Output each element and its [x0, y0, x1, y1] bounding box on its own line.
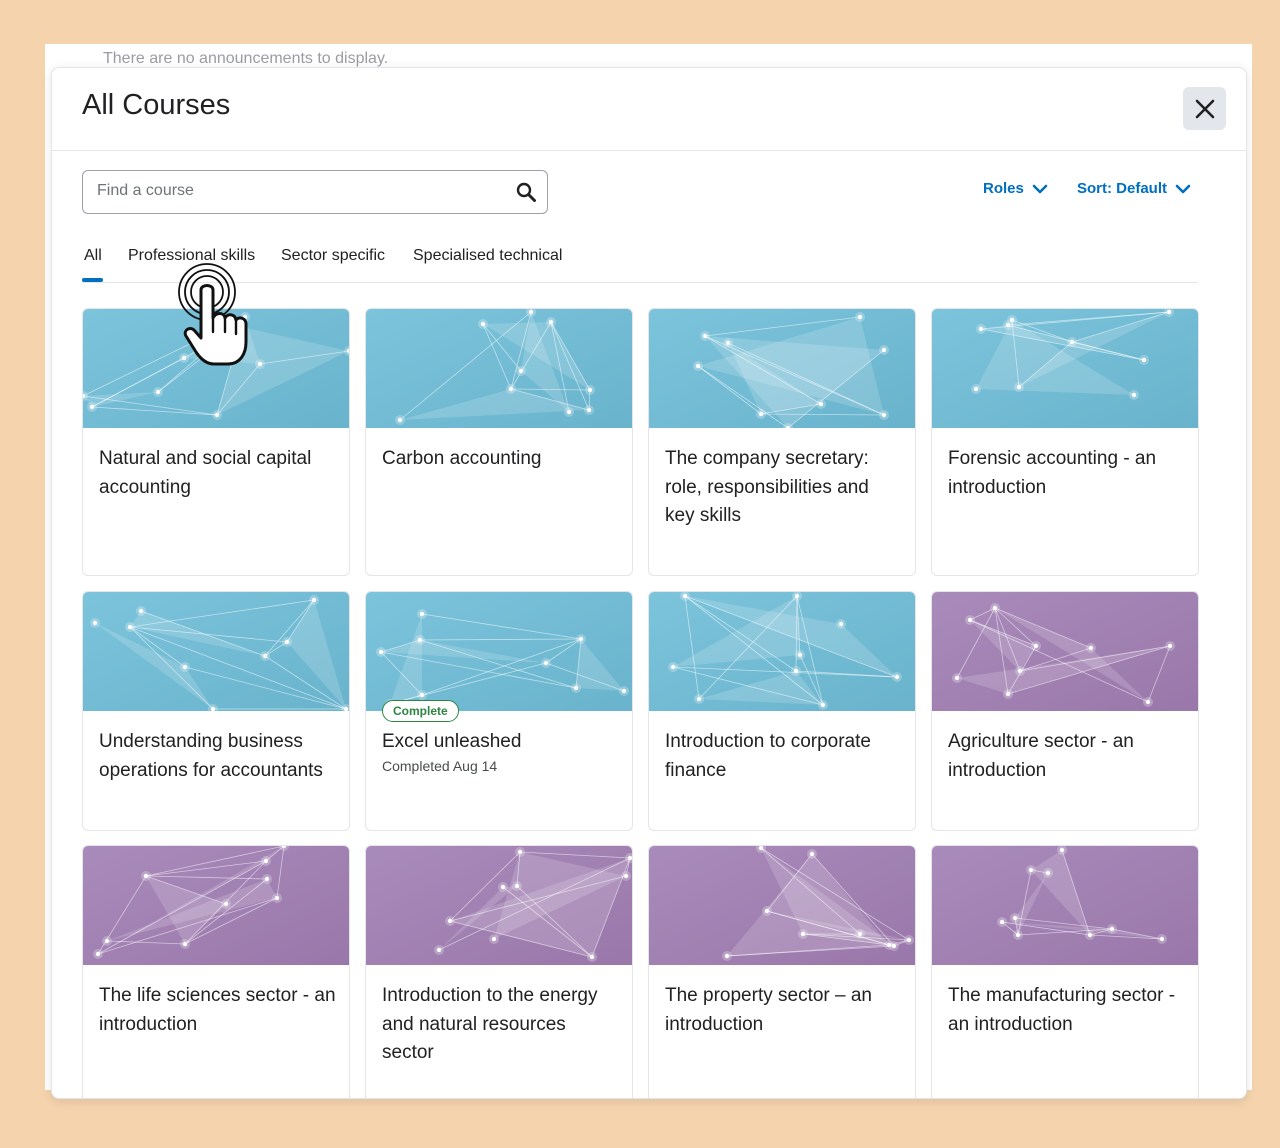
sort-dropdown[interactable]: Sort: Default [1077, 180, 1191, 197]
course-title[interactable]: Natural and social capital accounting [99, 445, 337, 502]
roles-dropdown-label: Roles [983, 180, 1024, 197]
course-card[interactable]: The property sector – an introduction [648, 845, 916, 1098]
hand-pointer-icon [178, 263, 248, 366]
course-card[interactable]: Agriculture sector - an introduction [931, 591, 1199, 831]
close-icon [1195, 99, 1214, 118]
course-card[interactable]: Complete Excel unleashed Completed Aug 14 [365, 591, 633, 831]
course-card[interactable]: The manufacturing sector - an introducti… [931, 845, 1199, 1098]
course-title[interactable]: The property sector – an introduction [665, 982, 903, 1039]
course-title[interactable]: Carbon accounting [382, 445, 620, 474]
selected-tab-indicator [82, 278, 103, 282]
course-card[interactable]: Introduction to the energy and natural r… [365, 845, 633, 1098]
course-image [649, 592, 915, 711]
search-icon[interactable] [515, 181, 537, 203]
course-title[interactable]: The life sciences sector - an introducti… [99, 982, 337, 1039]
tab-all[interactable]: All [84, 247, 102, 265]
course-title[interactable]: The company secretary: role, responsibil… [665, 445, 903, 531]
course-card[interactable]: The life sciences sector - an introducti… [82, 845, 350, 1098]
tab-sector-specific[interactable]: Sector specific [281, 247, 385, 265]
course-card[interactable]: The company secretary: role, responsibil… [648, 308, 916, 576]
course-image [366, 592, 632, 711]
complete-badge: Complete [382, 700, 459, 722]
course-image [932, 309, 1198, 428]
course-card[interactable]: Forensic accounting - an introduction [931, 308, 1199, 576]
course-card[interactable]: Introduction to corporate finance [648, 591, 916, 831]
course-image [366, 309, 632, 428]
course-title[interactable]: Agriculture sector - an introduction [948, 728, 1186, 785]
course-image [366, 846, 632, 965]
course-title[interactable]: The manufacturing sector - an introducti… [948, 982, 1186, 1039]
search-input[interactable] [97, 171, 497, 211]
chevron-down-icon [1032, 184, 1048, 193]
course-card[interactable]: Carbon accounting [365, 308, 633, 576]
announcements-empty-text: There are no announcements to display. [103, 50, 389, 67]
tab-specialised-technical[interactable]: Specialised technical [413, 247, 562, 265]
course-image [649, 309, 915, 428]
course-title[interactable]: Understanding business operations for ac… [99, 728, 337, 785]
sort-dropdown-label: Sort: Default [1077, 180, 1167, 197]
course-image [83, 846, 349, 965]
roles-dropdown[interactable]: Roles [983, 180, 1048, 197]
course-image [932, 592, 1198, 711]
search-box [82, 170, 548, 214]
course-image [932, 846, 1198, 965]
course-title[interactable]: Forensic accounting - an introduction [948, 445, 1186, 502]
close-button[interactable] [1183, 87, 1226, 130]
dialog-header: All Courses [52, 68, 1246, 151]
chevron-down-icon [1175, 184, 1191, 193]
course-image [649, 846, 915, 965]
course-title[interactable]: Excel unleashed [382, 728, 620, 757]
course-card[interactable]: Understanding business operations for ac… [82, 591, 350, 831]
course-title[interactable]: Introduction to corporate finance [665, 728, 903, 785]
dialog-title: All Courses [82, 89, 231, 121]
all-courses-dialog: All Courses Roles Sort: Default All Prof… [51, 67, 1247, 1099]
course-title[interactable]: Introduction to the energy and natural r… [382, 982, 620, 1068]
course-completion-date: Completed Aug 14 [382, 758, 498, 774]
course-image [83, 592, 349, 711]
